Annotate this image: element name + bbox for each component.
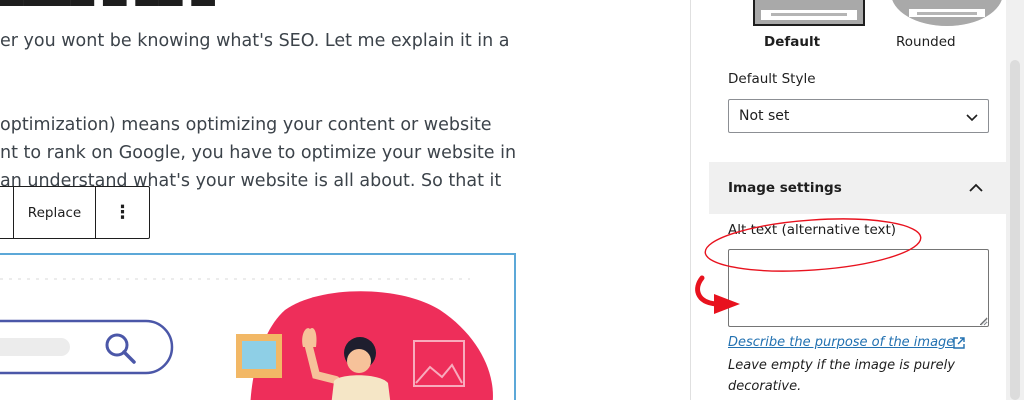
default-style-label: Default Style — [728, 71, 816, 87]
paragraph-line: optimization) means optimizing your cont… — [0, 115, 492, 135]
sidebar-scrollbar[interactable] — [1006, 0, 1024, 400]
style-option-rounded[interactable] — [891, 0, 1003, 26]
default-style-value: Not set — [739, 108, 790, 124]
resize-grip-icon[interactable] — [980, 318, 988, 326]
image-settings-title: Image settings — [728, 180, 842, 196]
post-heading-fragment: ▂▂▂▂ ▂ ▂▂ ▂ — [0, 0, 230, 6]
paragraph-line: nt to rank on Google, you have to optimi… — [0, 143, 517, 163]
replace-button[interactable]: Replace — [14, 187, 96, 238]
default-style-select[interactable]: Not set — [728, 99, 989, 133]
describe-purpose-link[interactable]: Describe the purpose of the image — [728, 335, 954, 350]
image-block[interactable] — [0, 253, 516, 400]
block-settings-panel: Default Rounded Default Style Not set Im… — [709, 0, 1007, 400]
paragraph-seo[interactable]: optimization) means optimizing your cont… — [0, 111, 516, 195]
style-rounded-label: Rounded — [896, 34, 956, 50]
scrollbar-thumb[interactable] — [1010, 60, 1020, 400]
external-link-icon[interactable] — [952, 336, 966, 350]
editor-canvas: ▂▂▂▂ ▂ ▂▂ ▂ er you wont be knowing what'… — [0, 0, 690, 400]
annotation-arrow — [695, 275, 740, 314]
chevron-up-icon[interactable] — [967, 179, 985, 197]
thumbnail-image — [891, 0, 1003, 26]
annotation-ellipse — [704, 218, 922, 272]
settings-sidebar: Default Rounded Default Style Not set Im… — [690, 0, 1024, 400]
alt-text-help: Leave empty if the image is purely decor… — [728, 358, 955, 394]
block-toolbar: Replace ⋮ — [0, 186, 150, 239]
seo-illustration — [0, 278, 493, 400]
thumbnail-image — [755, 0, 863, 24]
chevron-down-icon — [966, 114, 978, 122]
paragraph-intro[interactable]: er you wont be knowing what's SEO. Let m… — [0, 27, 509, 55]
toolbar-previous-group[interactable] — [0, 187, 14, 238]
style-option-default[interactable] — [753, 0, 865, 26]
style-default-label: Default — [764, 34, 821, 50]
more-options-icon[interactable]: ⋮ — [96, 187, 149, 238]
